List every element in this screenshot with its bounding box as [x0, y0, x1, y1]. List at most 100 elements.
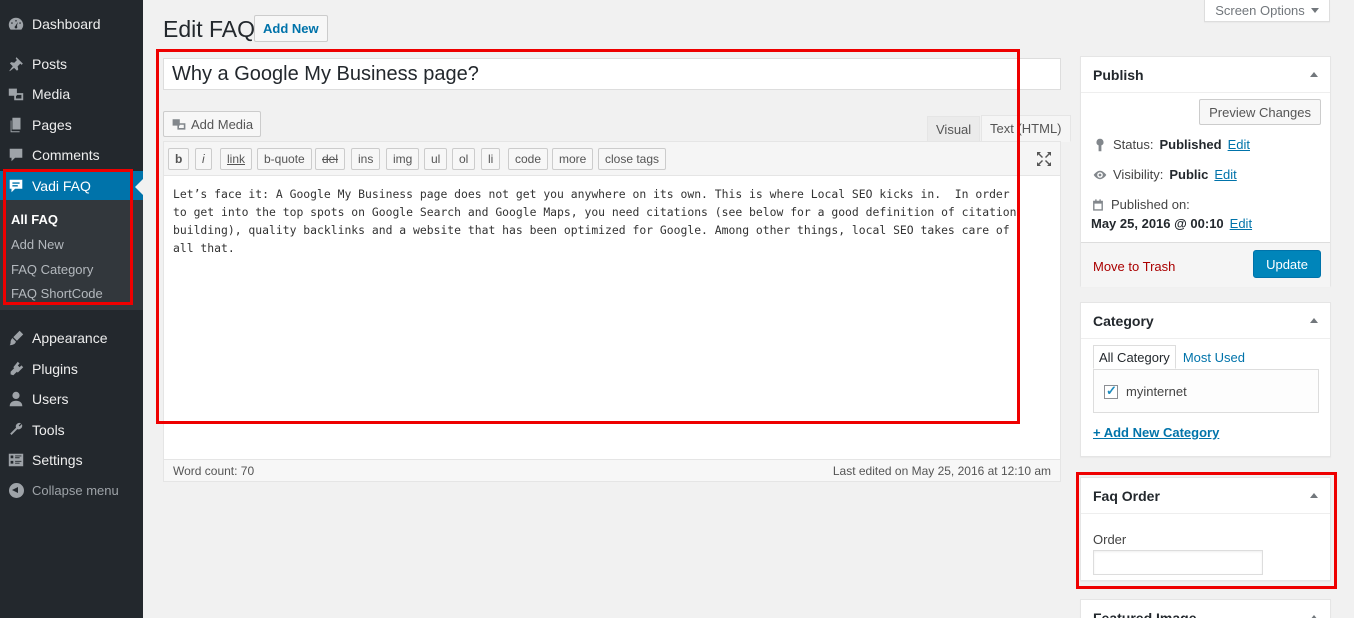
status-label: Status: [1113, 137, 1154, 152]
visibility-label: Visibility: [1113, 167, 1164, 182]
tab-visual[interactable]: Visual [927, 116, 981, 142]
published-label: Published on: [1111, 197, 1190, 212]
post-title-input[interactable]: Why a Google My Business page? [163, 58, 1061, 90]
brush-icon [0, 329, 32, 347]
move-to-trash-link[interactable]: Move to Trash [1093, 259, 1175, 274]
chevron-up-icon[interactable] [1310, 493, 1318, 498]
qt-ul-button[interactable]: ul [424, 148, 448, 170]
category-checklist: myinternet [1093, 369, 1319, 413]
add-media-button[interactable]: Add Media [163, 111, 262, 137]
status-value: Published [1159, 137, 1222, 152]
publish-title: Publish [1093, 66, 1144, 83]
qt-italic-button[interactable]: i [195, 148, 212, 170]
featured-image-box-header[interactable]: Featured Image [1081, 600, 1330, 618]
sidebar-item-media[interactable]: Media [0, 79, 143, 109]
last-edited: Last edited on May 25, 2016 at 12:10 am [832, 463, 1051, 478]
chevron-down-icon [1310, 8, 1319, 13]
current-menu-arrow [135, 179, 143, 195]
sidebar-item-label: Plugins [32, 361, 78, 377]
user-icon [0, 390, 32, 408]
qt-bold-button[interactable]: b [168, 148, 190, 170]
qt-more-button[interactable]: more [552, 148, 594, 170]
qt-link-button[interactable]: link [220, 148, 253, 170]
visibility-row: Visibility: Public Edit [1093, 167, 1237, 182]
sidebar-item-label: Appearance [32, 330, 108, 346]
add-media-label: Add Media [191, 116, 254, 132]
category-item-myinternet[interactable]: myinternet [1104, 383, 1187, 399]
sidebar-item-label: Pages [32, 117, 72, 133]
featured-image-title: Featured Image [1093, 610, 1197, 618]
sidebar-item-vadi-faq[interactable]: Vadi FAQ [0, 171, 143, 201]
category-tabs: All Category Most Used [1093, 345, 1250, 369]
plugin-icon [0, 360, 32, 378]
sidebar-item-label: Comments [32, 147, 100, 163]
publish-actions: Move to Trash Update [1081, 242, 1330, 287]
qt-ins-button[interactable]: ins [351, 148, 381, 170]
admin-sidebar: Dashboard Posts Media Pages Comments Vad… [0, 0, 143, 618]
sidebar-item-settings[interactable]: Settings [0, 445, 143, 475]
sidebar-item-pages[interactable]: Pages [0, 110, 143, 140]
collapse-menu-button[interactable]: Collapse menu [0, 478, 143, 502]
editor-textarea[interactable]: Let’s face it: A Google My Business page… [173, 185, 1039, 257]
published-value: May 25, 2016 @ 00:10 [1091, 216, 1224, 231]
sidebar-item-label: Dashboard [32, 16, 101, 32]
publish-box-header[interactable]: Publish [1081, 57, 1330, 93]
featured-image-box: Featured Image [1080, 599, 1331, 618]
qt-ol-button[interactable]: ol [452, 148, 476, 170]
qt-close-tags-button[interactable]: close tags [598, 148, 667, 170]
screen-options-button[interactable]: Screen Options [1204, 0, 1330, 22]
tab-text-html[interactable]: Text (HTML) [981, 115, 1071, 142]
category-checkbox[interactable] [1104, 383, 1118, 399]
category-box-header[interactable]: Category [1081, 303, 1330, 339]
visibility-edit-link[interactable]: Edit [1214, 167, 1236, 182]
submenu-item-faq-shortcode[interactable]: FAQ ShortCode [11, 286, 103, 301]
preview-changes-button[interactable]: Preview Changes [1199, 99, 1321, 125]
comment-icon [0, 146, 32, 164]
wrench-icon [0, 421, 32, 439]
submenu-item-add-new[interactable]: Add New [11, 237, 64, 252]
update-button[interactable]: Update [1253, 250, 1321, 278]
eye-icon [1093, 170, 1107, 179]
faq-order-title: Faq Order [1093, 487, 1160, 504]
sidebar-item-posts[interactable]: Posts [0, 49, 143, 79]
chevron-up-icon[interactable] [1310, 72, 1318, 77]
sidebar-item-appearance[interactable]: Appearance [0, 323, 143, 353]
sidebar-item-plugins[interactable]: Plugins [0, 354, 143, 384]
qt-code-button[interactable]: code [508, 148, 549, 170]
sidebar-item-label: Media [32, 86, 71, 102]
submenu-item-faq-category[interactable]: FAQ Category [11, 262, 93, 277]
published-edit-link[interactable]: Edit [1230, 216, 1252, 231]
tab-most-used[interactable]: Most Used [1178, 345, 1250, 369]
dashboard-icon [0, 15, 32, 33]
fullscreen-icon[interactable] [1036, 151, 1052, 167]
media-icon [172, 119, 186, 130]
add-new-category-link[interactable]: + Add New Category [1093, 425, 1219, 440]
qt-del-button[interactable]: del [315, 148, 346, 170]
sidebar-item-dashboard[interactable]: Dashboard [0, 9, 143, 39]
sidebar-item-comments[interactable]: Comments [0, 140, 143, 170]
faq-icon [0, 177, 32, 195]
chevron-up-icon[interactable] [1310, 318, 1318, 323]
settings-icon [0, 451, 32, 469]
collapse-icon [0, 482, 32, 498]
media-icon [0, 85, 32, 103]
category-title: Category [1093, 312, 1154, 329]
add-new-button[interactable]: Add New [254, 15, 328, 42]
status-edit-link[interactable]: Edit [1228, 137, 1250, 152]
qt-img-button[interactable]: img [386, 148, 420, 170]
sidebar-item-label: Vadi FAQ [32, 178, 91, 194]
sidebar-item-label: Settings [32, 452, 83, 468]
editor-status-bar: Word count: 70 Last edited on May 25, 20… [164, 459, 1060, 481]
submenu-item-all-faq[interactable]: All FAQ [11, 212, 58, 227]
tab-all-category[interactable]: All Category [1093, 345, 1176, 369]
qt-blockquote-button[interactable]: b-quote [257, 148, 312, 170]
qt-li-button[interactable]: li [481, 148, 501, 170]
sidebar-item-users[interactable]: Users [0, 384, 143, 414]
order-label: Order [1093, 532, 1127, 547]
order-input[interactable] [1093, 550, 1263, 575]
sidebar-item-label: Tools [32, 422, 65, 438]
sidebar-item-tools[interactable]: Tools [0, 415, 143, 445]
status-row: Status: Published Edit [1093, 137, 1250, 152]
category-item-label: myinternet [1126, 384, 1187, 399]
faq-order-box-header[interactable]: Faq Order [1081, 478, 1330, 514]
